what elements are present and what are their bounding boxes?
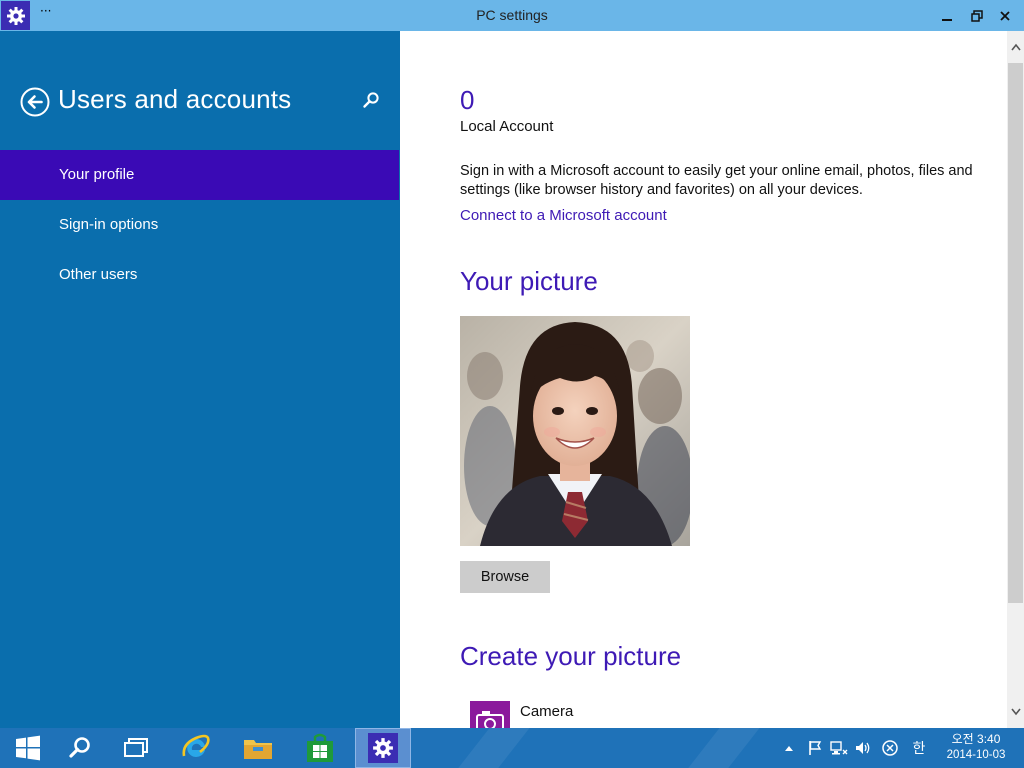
close-icon: [1000, 11, 1010, 21]
your-picture-heading: Your picture: [460, 266, 598, 296]
chevron-down-icon: [1010, 708, 1021, 716]
close-circle-icon: [882, 740, 898, 756]
back-arrow-icon: [20, 87, 50, 117]
vertical-scrollbar[interactable]: [1007, 31, 1024, 728]
pc-settings-taskbar-button[interactable]: [355, 728, 411, 768]
chevron-up-icon: [785, 746, 793, 751]
flag-icon: [809, 741, 822, 755]
camera-label[interactable]: Camera: [520, 703, 573, 720]
sidebar-item-your-profile[interactable]: Your profile: [0, 150, 399, 200]
browse-button[interactable]: Browse: [460, 561, 550, 593]
network-icon: [830, 741, 848, 755]
search-button[interactable]: [362, 91, 380, 109]
task-view-icon: [124, 738, 148, 757]
scroll-thumb[interactable]: [1008, 63, 1023, 603]
network-button[interactable]: [828, 728, 850, 768]
taskbar: 한 오전 3:40 2014-10-03: [0, 728, 1024, 768]
taskbar-decoration: [664, 728, 776, 768]
close-button[interactable]: [995, 6, 1015, 26]
restore-icon: [971, 10, 983, 22]
account-description: Sign in with a Microsoft account to easi…: [460, 163, 973, 198]
sidebar: Users and accounts Your profile Sign-in …: [0, 31, 400, 728]
start-button[interactable]: [0, 728, 56, 768]
minimize-button[interactable]: [937, 6, 957, 26]
store-button[interactable]: [292, 728, 348, 768]
task-view-button[interactable]: [108, 728, 164, 768]
internet-explorer-button[interactable]: [168, 728, 224, 768]
title-bar: ··· PC settings: [0, 0, 1024, 31]
volume-button[interactable]: [852, 728, 874, 768]
minimize-icon: [942, 19, 952, 21]
sidebar-item-other-users[interactable]: Other users: [0, 250, 399, 300]
ime-mode-indicator[interactable]: 한: [906, 728, 932, 768]
search-icon: [363, 92, 379, 108]
connect-microsoft-account-link[interactable]: Connect to a Microsoft account: [460, 207, 667, 224]
windows-start-icon: [16, 735, 40, 761]
scroll-down-button[interactable]: [1007, 696, 1024, 728]
section-title: Users and accounts: [58, 84, 292, 114]
sidebar-item-sign-in-options[interactable]: Sign-in options: [0, 200, 399, 250]
speaker-icon: [856, 742, 870, 754]
ime-status-button[interactable]: [878, 728, 902, 768]
account-name: 0: [460, 85, 475, 115]
back-button[interactable]: [20, 87, 50, 117]
search-button[interactable]: [52, 728, 108, 768]
profile-picture: [460, 316, 690, 546]
clock-date: 2014-10-03: [946, 749, 1006, 761]
scroll-up-button[interactable]: [1007, 31, 1024, 63]
clock-time: 오전 3:40: [951, 732, 1001, 746]
file-explorer-button[interactable]: [230, 728, 286, 768]
profile-content: 0 Local Account Sign in with a Microsoft…: [400, 31, 1007, 728]
action-center-button[interactable]: [804, 728, 826, 768]
create-picture-heading: Create your picture: [460, 641, 682, 671]
show-hidden-icons-button[interactable]: [780, 728, 798, 768]
search-icon: [69, 737, 90, 758]
chevron-up-icon: [1010, 43, 1021, 51]
window-title: PC settings: [476, 7, 548, 23]
camera-icon: [476, 711, 504, 728]
restore-button[interactable]: [967, 6, 987, 26]
file-explorer-icon: [244, 740, 272, 759]
clock[interactable]: 오전 3:40 2014-10-03: [938, 731, 1014, 763]
store-icon: [307, 733, 333, 762]
account-type: Local Account: [460, 118, 554, 135]
settings-icon: [373, 738, 393, 758]
taskbar-decoration: [434, 728, 546, 768]
camera-tile[interactable]: [470, 701, 510, 728]
internet-explorer-icon: [182, 734, 210, 757]
settings-tile: [368, 733, 398, 763]
